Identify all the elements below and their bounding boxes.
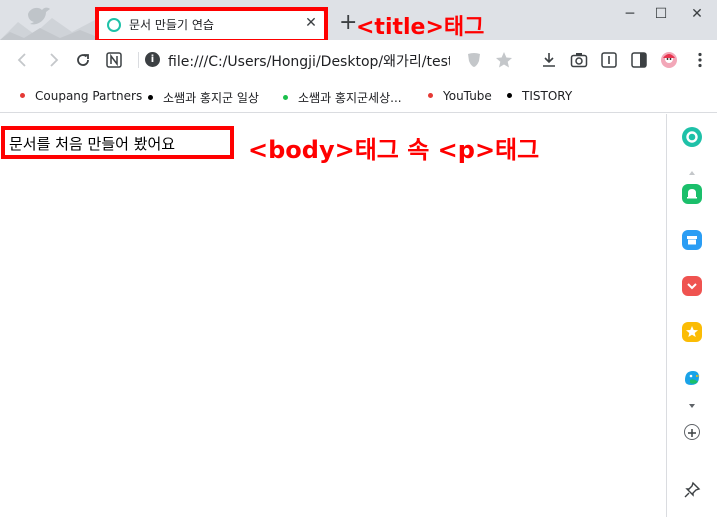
bookmark-star-icon[interactable]: [494, 50, 514, 70]
bookmark-item[interactable]: YouTube: [428, 89, 492, 103]
maximize-button[interactable]: ☐: [651, 4, 671, 24]
scroll-up-icon[interactable]: [686, 167, 698, 179]
title-tag-annotation: <title>태그: [356, 15, 485, 40]
forward-arrow-icon[interactable]: [43, 50, 63, 70]
bookmark-label: 소쌤과 홍지군 일상: [163, 91, 259, 105]
bookmark-item[interactable]: 소쌤과 홍지군 일상: [148, 89, 259, 106]
browser-tab[interactable]: 문서 만들기 연습 ✕: [97, 9, 325, 42]
more-menu-icon[interactable]: [690, 50, 710, 70]
pocket-icon[interactable]: [682, 276, 702, 296]
profile-avatar-icon[interactable]: [659, 50, 679, 70]
reload-icon[interactable]: [73, 50, 93, 70]
bookmark-dot-icon: [428, 93, 433, 98]
omnibox-separator: [138, 52, 139, 68]
archive-box-icon[interactable]: [682, 230, 702, 250]
bookmark-dot-icon: [20, 93, 25, 98]
papago-translate-icon[interactable]: [682, 368, 702, 388]
notification-bell-icon[interactable]: [682, 184, 702, 204]
bookmark-label: 소쌤과 홍지군세상...: [298, 91, 402, 105]
bird-icon: [685, 371, 700, 385]
pin-icon[interactable]: [682, 480, 702, 500]
expand-more-icon[interactable]: [686, 400, 698, 412]
browser-toolbar: i file:///C:/Users/Hongji/Desktop/왜가리/te…: [0, 40, 717, 80]
bookmark-item[interactable]: 소쌤과 홍지군세상...: [283, 89, 402, 106]
new-tab-button[interactable]: +: [339, 12, 357, 34]
favorites-star-icon[interactable]: [682, 322, 702, 342]
bookmark-label: Coupang Partners: [35, 89, 143, 103]
bell-icon: [682, 184, 702, 204]
download-icon[interactable]: [539, 50, 559, 70]
bookmarks-bar: Coupang Partners 소쌤과 홍지군 일상 소쌤과 홍지군세상...…: [0, 80, 717, 113]
bookmark-label: TISTORY: [522, 89, 573, 103]
bookmark-item[interactable]: TISTORY: [507, 89, 572, 103]
star-icon: [682, 322, 702, 342]
browser-theme-decoration: [0, 7, 95, 40]
side-panel-toggle-icon[interactable]: [629, 50, 649, 70]
side-panel: [666, 114, 717, 517]
camera-icon[interactable]: [569, 50, 589, 70]
ring-icon: [682, 127, 702, 147]
bookmark-item[interactable]: Coupang Partners: [20, 89, 142, 103]
tab-favicon-icon: [107, 18, 121, 32]
bookmark-dot-icon: [148, 95, 153, 100]
back-arrow-icon[interactable]: [13, 50, 33, 70]
shield-icon[interactable]: [464, 50, 484, 70]
paragraph-text: 문서를 처음 만들어 봤어요: [9, 135, 176, 153]
naver-extension-icon[interactable]: [104, 50, 124, 70]
address-bar[interactable]: file:///C:/Users/Hongji/Desktop/왜가리/test…: [168, 51, 450, 71]
site-info-icon[interactable]: i: [145, 52, 160, 67]
whale-space-icon[interactable]: [682, 127, 702, 147]
plus-icon: [688, 429, 696, 437]
pocket-glyph-icon: [682, 276, 702, 296]
box-icon: [682, 230, 702, 250]
add-panel-button[interactable]: [684, 424, 700, 440]
window-close-button[interactable]: ✕: [687, 4, 707, 24]
bookmark-label: YouTube: [443, 89, 492, 103]
title-bar: 문서 만들기 연습 ✕ + <title>태그 ─ ☐ ✕: [0, 0, 717, 43]
minimize-button[interactable]: ─: [620, 4, 640, 24]
tab-close-icon[interactable]: ✕: [303, 15, 319, 31]
bookmark-dot-icon: [507, 93, 512, 98]
page-content: 문서를 처음 만들어 봤어요 <body>태그 속 <p>태그: [0, 114, 666, 517]
bookmark-dot-icon: [283, 95, 288, 100]
reading-mode-icon[interactable]: [599, 50, 619, 70]
body-tag-annotation: <body>태그 속 <p>태그: [248, 136, 540, 164]
tab-title: 문서 만들기 연습: [129, 18, 214, 32]
